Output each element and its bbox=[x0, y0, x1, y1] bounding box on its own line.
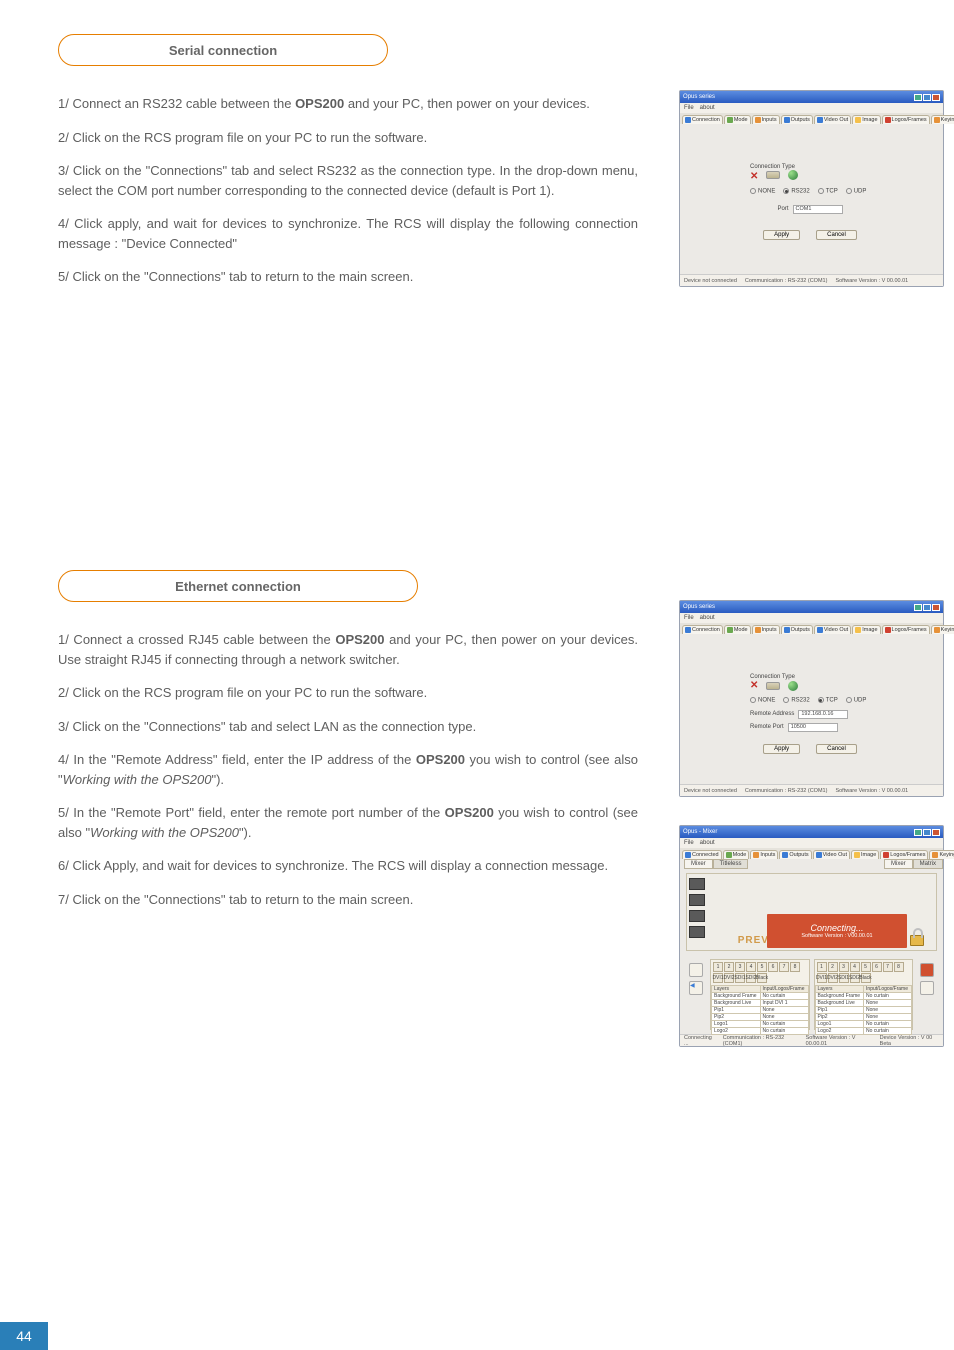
lock-icon bbox=[910, 928, 926, 946]
radio-rs232[interactable]: RS232 bbox=[783, 697, 809, 704]
slot-2[interactable]: 2 bbox=[724, 962, 734, 972]
slot-5[interactable]: 5 bbox=[861, 962, 871, 972]
slot-DVI1[interactable]: DVI1 bbox=[817, 973, 827, 983]
subtab-mixer[interactable]: Mixer bbox=[684, 859, 713, 869]
slot-1[interactable]: 1 bbox=[817, 962, 827, 972]
screenshot-ethernet: Opus series Fileabout Connection Mode In… bbox=[679, 600, 944, 797]
eth-step-5: 5/ In the "Remote Port" field, enter the… bbox=[58, 803, 638, 842]
slot-SDI1[interactable]: SDI1 bbox=[839, 973, 849, 983]
slot-1[interactable]: 1 bbox=[713, 962, 723, 972]
eth-step-7: 7/ Click on the "Connections" tab to ret… bbox=[58, 890, 638, 910]
radio-udp[interactable]: UDP bbox=[846, 697, 867, 704]
serial-icon bbox=[766, 171, 780, 179]
subtab-titleless[interactable]: Titleless bbox=[713, 859, 749, 869]
tab-mode[interactable]: Mode bbox=[724, 115, 751, 124]
serial-step-5: 5/ Click on the "Connections" tab to ret… bbox=[58, 267, 638, 287]
slot-8[interactable]: 8 bbox=[790, 962, 800, 972]
apply-button[interactable]: Apply bbox=[763, 744, 800, 754]
cancel-button[interactable]: Cancel bbox=[816, 230, 857, 240]
serial-step-3: 3/ Click on the "Connections" tab and se… bbox=[58, 161, 638, 200]
screenshot-connecting: Opus - Mixer Fileabout Connected Mode In… bbox=[679, 825, 944, 1047]
slot-Black[interactable]: Black bbox=[757, 973, 767, 983]
slot-7[interactable]: 7 bbox=[883, 962, 893, 972]
slot-4[interactable]: 4 bbox=[850, 962, 860, 972]
radio-tcp[interactable]: TCP bbox=[818, 697, 838, 704]
serial-header: Serial connection bbox=[58, 34, 388, 66]
slot-3[interactable]: 3 bbox=[839, 962, 849, 972]
back-icon[interactable]: ◀ bbox=[689, 981, 703, 995]
remote-port-input[interactable]: 10500 bbox=[788, 723, 838, 732]
slot-6[interactable]: 6 bbox=[768, 962, 778, 972]
globe-icon bbox=[788, 681, 798, 691]
connection-panel: Connection Type ✕ NONE RS232 TCP UDP Por… bbox=[750, 164, 870, 246]
page-number: 44 bbox=[0, 1322, 48, 1350]
tab-connected[interactable]: Connected bbox=[682, 850, 722, 859]
serial-step-1: 1/ Connect an RS232 cable between the OP… bbox=[58, 94, 638, 114]
connecting-box: Connecting... Software Version : V00.00.… bbox=[767, 914, 907, 948]
none-icon: ✕ bbox=[750, 680, 758, 691]
menubar: File about bbox=[680, 103, 943, 113]
slot-DVI1[interactable]: DVI1 bbox=[713, 973, 723, 983]
remote-address-input[interactable]: 192.168.0.16 bbox=[798, 710, 848, 719]
eth-step-3: 3/ Click on the "Connections" tab and se… bbox=[58, 717, 638, 737]
globe-icon bbox=[788, 170, 798, 180]
lock-button[interactable] bbox=[920, 963, 934, 977]
recycle-icon[interactable] bbox=[689, 963, 703, 977]
serial-step-4: 4/ Click apply, and wait for devices to … bbox=[58, 214, 638, 253]
tab-connection[interactable]: Connection bbox=[682, 115, 723, 124]
stepback-button[interactable] bbox=[920, 981, 934, 995]
slot-DVI2[interactable]: DVI2 bbox=[828, 973, 838, 983]
slot-3[interactable]: 3 bbox=[735, 962, 745, 972]
tab-row: Connection Mode Inputs Outputs Video Out… bbox=[680, 113, 943, 124]
statusbar: Device not connected Communication : RS-… bbox=[680, 274, 943, 286]
tab-keying[interactable]: Keying bbox=[931, 115, 954, 124]
slot-2[interactable]: 2 bbox=[828, 962, 838, 972]
slot-4[interactable]: 4 bbox=[746, 962, 756, 972]
radio-rs232[interactable]: RS232 bbox=[783, 188, 809, 195]
preview-area: PREVIEW MAIN Connecting... Software Vers… bbox=[686, 873, 937, 951]
slot-DVI2[interactable]: DVI2 bbox=[724, 973, 734, 983]
eth-step-1: 1/ Connect a crossed RJ45 cable between … bbox=[58, 630, 638, 669]
ethernet-steps: 1/ Connect a crossed RJ45 cable between … bbox=[58, 630, 638, 923]
tab-video-out[interactable]: Video Out bbox=[814, 115, 851, 124]
tab-image[interactable]: Image bbox=[852, 115, 880, 124]
serial-title: Serial connection bbox=[169, 43, 277, 58]
screenshot-serial: Opus series File about Connection Mode I… bbox=[679, 90, 944, 287]
slot-SDI2[interactable]: SDI2 bbox=[746, 973, 756, 983]
tab-logos[interactable]: Logos/Frames bbox=[882, 115, 930, 124]
cancel-button[interactable]: Cancel bbox=[816, 744, 857, 754]
serial-step-2: 2/ Click on the RCS program file on your… bbox=[58, 128, 638, 148]
radio-udp[interactable]: UDP bbox=[846, 188, 867, 195]
slot-Black[interactable]: Black bbox=[861, 973, 871, 983]
ethernet-title: Ethernet connection bbox=[175, 579, 301, 594]
slot-7[interactable]: 7 bbox=[779, 962, 789, 972]
none-icon: ✕ bbox=[750, 171, 758, 182]
tab-connection[interactable]: Connection bbox=[682, 625, 723, 634]
eth-step-2: 2/ Click on the RCS program file on your… bbox=[58, 683, 638, 703]
serial-icon bbox=[766, 682, 780, 690]
slot-8[interactable]: 8 bbox=[894, 962, 904, 972]
radio-none[interactable]: NONE bbox=[750, 188, 775, 195]
tab-outputs[interactable]: Outputs bbox=[781, 115, 813, 124]
titlebar: Opus series bbox=[680, 91, 943, 103]
serial-steps: 1/ Connect an RS232 cable between the OP… bbox=[58, 94, 638, 301]
ethernet-header: Ethernet connection bbox=[58, 570, 418, 602]
eth-step-6: 6/ Click Apply, and wait for devices to … bbox=[58, 856, 638, 876]
radio-tcp[interactable]: TCP bbox=[818, 188, 838, 195]
tab-inputs[interactable]: Inputs bbox=[752, 115, 780, 124]
eth-step-4: 4/ In the "Remote Address" field, enter … bbox=[58, 750, 638, 789]
slot-6[interactable]: 6 bbox=[872, 962, 882, 972]
apply-button[interactable]: Apply bbox=[763, 230, 800, 240]
radio-none[interactable]: NONE bbox=[750, 697, 775, 704]
slot-5[interactable]: 5 bbox=[757, 962, 767, 972]
port-select[interactable]: COM1 bbox=[793, 205, 843, 214]
slot-SDI1[interactable]: SDI1 bbox=[735, 973, 745, 983]
slot-SDI2[interactable]: SDI2 bbox=[850, 973, 860, 983]
